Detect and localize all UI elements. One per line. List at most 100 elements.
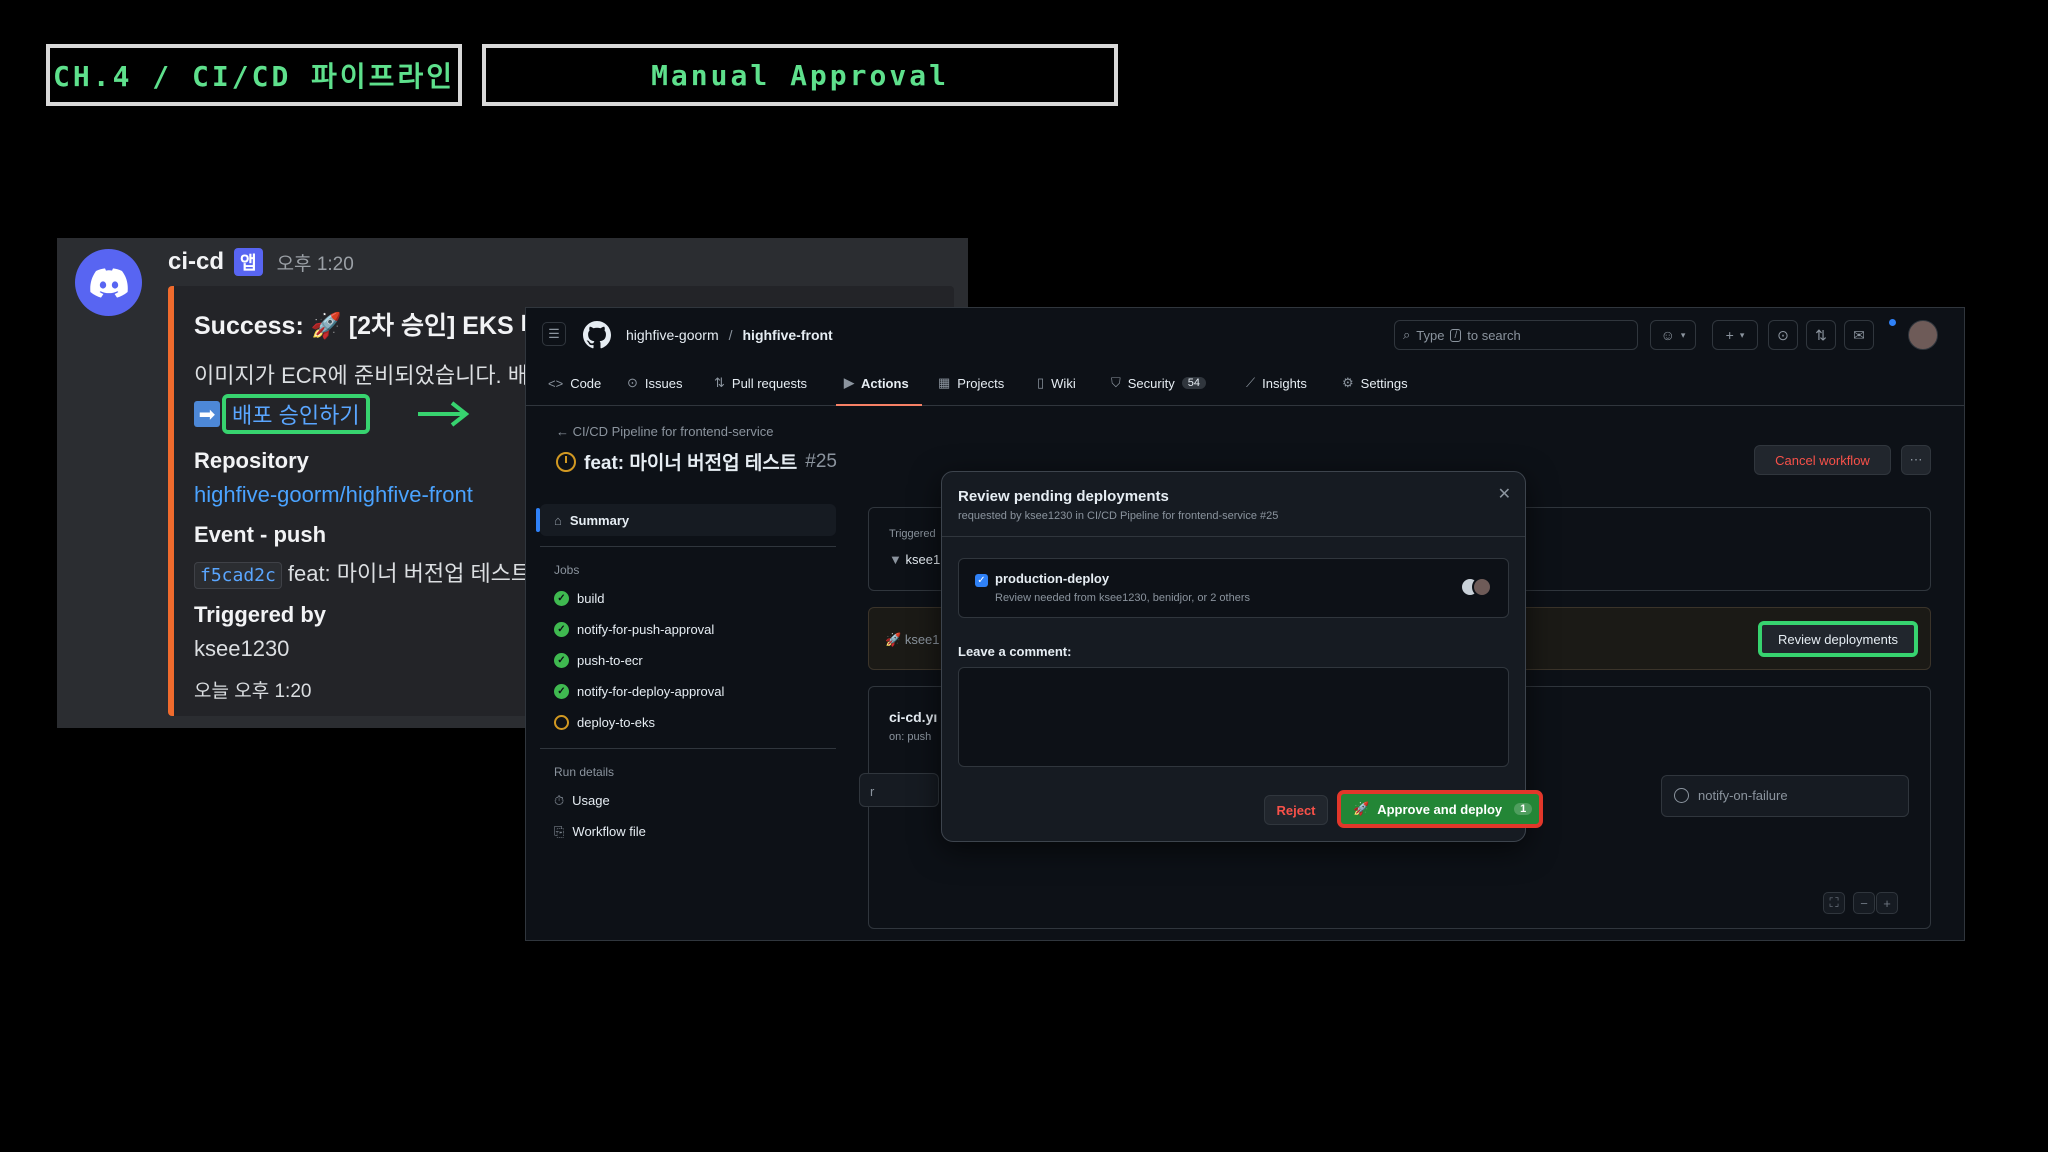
sidebar-item-usage[interactable]: ⏱ Usage (540, 785, 836, 816)
tab-wiki[interactable]: ▯ Wiki (1037, 370, 1076, 396)
workflow-back-link[interactable]: ← CI/CD Pipeline for frontend-service (556, 424, 773, 439)
issues-shortcut-button[interactable]: ⊙ (1768, 320, 1798, 350)
search-icon: ⌕ (1403, 327, 1411, 342)
zoom-out-button[interactable]: − (1853, 892, 1875, 914)
create-new-button[interactable]: + ▾ (1712, 320, 1758, 350)
cancel-workflow-button[interactable]: Cancel workflow (1754, 445, 1891, 475)
workflow-file-label: Workflow file (572, 824, 646, 839)
graph-node-label: r (870, 784, 875, 799)
triggered-username[interactable]: ksee1 (906, 552, 941, 567)
triggered-user: ▼ ksee1 (889, 552, 940, 567)
comment-label: Leave a comment: (958, 644, 1072, 659)
skipped-circle-icon (1674, 788, 1689, 803)
topic-label: Manual Approval (651, 58, 949, 92)
fullscreen-button[interactable]: ⛶ (1823, 892, 1845, 914)
job-name: deploy-to-eks (577, 715, 656, 730)
environment-checkbox[interactable]: ✓ (975, 574, 988, 587)
table-icon: ▦ (938, 375, 951, 390)
job-deploy-to-eks[interactable]: deploy-to-eks (540, 707, 836, 738)
check-circle-icon: ✓ (554, 653, 569, 668)
repository-link[interactable]: highfive-goorm/highfive-front (194, 482, 473, 507)
app-badge: 앱 (234, 248, 263, 276)
job-name: notify-for-push-approval (577, 622, 715, 637)
graph-job-notify-on-failure[interactable]: notify-on-failure (1661, 775, 1909, 817)
approve-and-deploy-button[interactable]: 🚀 Approve and deploy 1 (1337, 790, 1543, 828)
run-sidebar: ⌂ Summary Jobs ✓ build ✓ notify-for-push… (536, 504, 836, 847)
arrow-left-icon: ← (556, 424, 569, 439)
pull-requests-shortcut-button[interactable]: ⇅ (1806, 320, 1836, 350)
user-avatar-small: ▼ (889, 552, 902, 567)
tab-security[interactable]: ⛉ Security 54 (1111, 370, 1206, 396)
run-title: feat: 마이너 버전업 테스트 #25 (556, 448, 837, 475)
close-dialog-button[interactable]: ✕ (1498, 484, 1511, 504)
check-circle-icon: ✓ (554, 622, 569, 637)
more-options-button[interactable]: ⋯ (1901, 445, 1931, 475)
org-link[interactable]: highfive-goorm (626, 327, 719, 343)
inbox-button[interactable]: ✉ (1844, 320, 1874, 350)
chapter-label-box: CH.4 / CI/CD 파이프라인 (46, 44, 462, 106)
right-arrow-icon: ➡ (194, 401, 220, 427)
discord-message-header: ci-cd 앱 오후 1:20 (168, 248, 354, 276)
reject-button[interactable]: Reject (1264, 795, 1328, 825)
sidebar-item-summary[interactable]: ⌂ Summary (536, 504, 836, 536)
comment-textarea[interactable] (958, 667, 1509, 767)
job-push-to-ecr[interactable]: ✓ push-to-ecr (540, 645, 836, 676)
dialog-divider (942, 536, 1525, 537)
approve-deploy-link[interactable]: 배포 승인하기 (222, 394, 370, 434)
github-logo-icon[interactable] (583, 321, 611, 349)
graph-job-node-partial[interactable]: r (859, 773, 939, 807)
commit-sha-link[interactable]: f5cad2c (194, 562, 282, 589)
check-circle-icon: ✓ (554, 591, 569, 606)
job-notify-for-push-approval[interactable]: ✓ notify-for-push-approval (540, 614, 836, 645)
user-avatar[interactable] (1908, 320, 1938, 350)
tab-pull-requests[interactable]: ⇅ Pull requests (714, 370, 807, 396)
rocket-icon: 🚀 (885, 632, 902, 647)
hamburger-menu-button[interactable]: ☰ (542, 322, 566, 346)
search-placeholder-start: Type (1416, 327, 1445, 343)
job-name: push-to-ecr (577, 653, 643, 668)
home-icon: ⌂ (554, 512, 562, 528)
commit-message: feat: 마이너 버전업 테스트 (287, 561, 532, 586)
search-input[interactable]: ⌕ Type / to search (1394, 320, 1638, 350)
play-circle-icon: ▶ (844, 375, 854, 390)
review-deployments-button[interactable]: Review deployments (1758, 621, 1918, 657)
job-notify-for-deploy-approval[interactable]: ✓ notify-for-deploy-approval (540, 676, 836, 707)
discord-bot-name[interactable]: ci-cd (168, 248, 224, 276)
tab-issues[interactable]: ⊙ Issues (627, 370, 682, 396)
notification-dot (1889, 319, 1896, 326)
discord-bot-avatar[interactable] (75, 249, 142, 316)
run-title-text: feat: 마이너 버전업 테스트 (584, 453, 798, 474)
review-deployments-dialog: Review pending deployments requested by … (941, 471, 1543, 842)
github-actions-window: ☰ highfive-goorm / highfive-front ⌕ Type… (525, 307, 1965, 941)
minus-icon: − (1860, 895, 1868, 911)
avatar (1472, 577, 1492, 597)
workflow-file-name: ci-cd.yı (889, 709, 938, 725)
job-name: notify-for-deploy-approval (577, 684, 725, 699)
github-topbar: ☰ highfive-goorm / highfive-front ⌕ Type… (526, 308, 1964, 360)
sidebar-divider (540, 546, 836, 547)
repo-nav-tabs: <> Code ⊙ Issues ⇅ Pull requests ▶ Actio… (526, 360, 1964, 406)
job-build[interactable]: ✓ build (540, 583, 836, 614)
tab-wiki-label: Wiki (1051, 375, 1076, 391)
graph-icon: ⟋ (1246, 375, 1256, 390)
approve-label: Approve and deploy (1377, 801, 1503, 817)
tab-code[interactable]: <> Code (548, 370, 601, 396)
kebab-horizontal-icon: ⋯ (1909, 452, 1923, 467)
tab-insights[interactable]: ⟋ Insights (1246, 370, 1307, 396)
copilot-button[interactable]: ☺ ▾ (1650, 320, 1696, 350)
tab-projects[interactable]: ▦ Projects (938, 370, 1004, 396)
tab-actions[interactable]: ▶ Actions (844, 370, 909, 396)
close-icon: ✕ (1497, 486, 1511, 503)
waiting-username[interactable]: ksee1 (905, 632, 940, 647)
book-icon: ▯ (1037, 375, 1045, 390)
zoom-in-button[interactable]: + (1876, 892, 1898, 914)
tab-projects-label: Projects (957, 375, 1005, 391)
sidebar-item-workflow-file[interactable]: ⎘ Workflow file (540, 816, 836, 847)
dialog-title: Review pending deployments (958, 488, 1169, 505)
tab-pull-requests-label: Pull requests (731, 375, 808, 391)
issue-circle-icon: ⊙ (627, 375, 638, 390)
tab-settings[interactable]: ⚙ Settings (1342, 370, 1408, 396)
repo-link[interactable]: highfive-front (743, 327, 833, 343)
pending-clock-icon (554, 715, 569, 730)
topic-label-box: Manual Approval (482, 44, 1118, 106)
